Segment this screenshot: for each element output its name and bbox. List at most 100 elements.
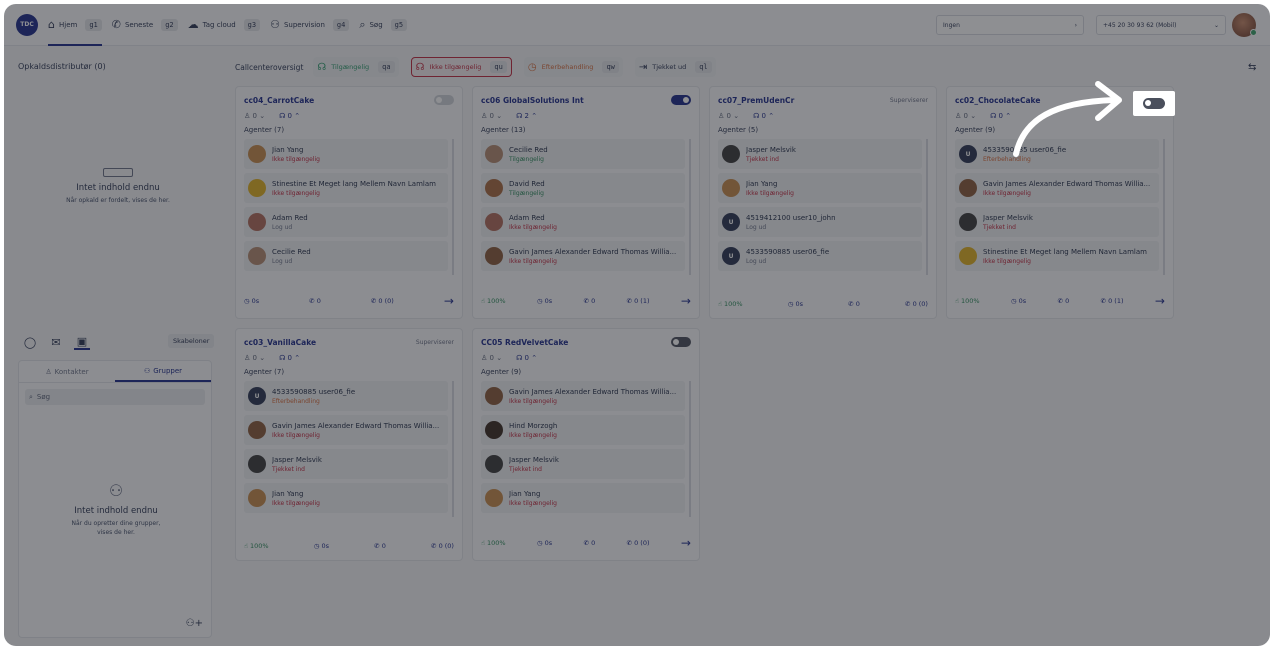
agent-row[interactable]: Stinestine Et Meget lang Mellem Navn Lam…	[244, 173, 448, 203]
active-calls[interactable]: ☊ 0 ⌃	[753, 112, 774, 122]
nav-item-hjem[interactable]: ⌂ Hjem g1	[48, 4, 102, 46]
agent-row[interactable]: Jasper Melsvik Tjekket ind	[718, 139, 922, 169]
agent-row[interactable]: Jian Yang Ikke tilgængelig	[244, 483, 448, 513]
agent-row[interactable]: Adam Red Ikke tilgængelig	[481, 207, 685, 237]
agent-info: Jasper Melsvik Tjekket ind	[509, 456, 559, 473]
nav-item-supervision[interactable]: ⚇ Supervision g4	[270, 4, 350, 46]
active-calls[interactable]: ☊ 0 ⌃	[516, 354, 537, 364]
agent-status: Efterbehandling	[272, 397, 320, 405]
agent-name: 4533590885 user06_fie	[746, 247, 830, 256]
status-filter-tilgængelig[interactable]: ☊ Tilgængelig qa	[313, 57, 399, 77]
agent-row[interactable]: Jasper Melsvik Tjekket ind	[955, 207, 1159, 237]
agent-row[interactable]: Jian Yang Ikke tilgængelig	[244, 139, 448, 169]
queue-card[interactable]: cc02_ChocolateCake ♙ 0 ⌄ ☊ 0 ⌃ Agenter (…	[946, 86, 1174, 319]
queue-stat: ◷ 0s	[244, 297, 259, 305]
queue-card[interactable]: cc06 GlobalSolutions Int ♙ 0 ⌄ ☊ 2 ⌃ Age…	[472, 86, 700, 319]
waiting-people-value: 0 ⌄	[726, 112, 740, 120]
agent-row[interactable]: Hind Morzogh Ikke tilgængelig	[481, 415, 685, 445]
queue-card[interactable]: cc03_VanillaCake Superviserer ♙ 0 ⌄ ☊ 0 …	[235, 328, 463, 561]
agent-row[interactable]: Cecilie Red Tilgængelig	[481, 139, 685, 169]
agent-row[interactable]: Gavin James Alexander Edward Thomas Will…	[481, 241, 685, 271]
templates-button[interactable]: Skabeloner	[168, 334, 215, 348]
agent-row[interactable]: Cecilie Red Log ud	[244, 241, 448, 271]
agent-row[interactable]: Gavin James Alexander Edward Thomas Will…	[244, 415, 448, 445]
waiting-people[interactable]: ♙ 0 ⌄	[955, 112, 976, 122]
queue-name[interactable]: cc03_VanillaCake	[244, 338, 316, 347]
agent-row[interactable]: Stinestine Et Meget lang Mellem Navn Lam…	[955, 241, 1159, 271]
waiting-people[interactable]: ♙ 0 ⌄	[481, 354, 502, 364]
agent-row[interactable]: U 4533590885 user06_fie Log ud	[718, 241, 922, 271]
queue-card-header: cc07_PremUdenCr Superviserer	[718, 94, 928, 106]
agent-row[interactable]: Jasper Melsvik Tjekket ind	[481, 449, 685, 479]
nav-item-seneste[interactable]: ✆ Seneste g2	[112, 4, 178, 46]
active-calls[interactable]: ☊ 0 ⌃	[279, 112, 300, 122]
queue-stat: ◷ 0s	[314, 542, 329, 550]
active-calls[interactable]: ☊ 0 ⌃	[990, 112, 1011, 122]
mail-icon[interactable]: ✉	[48, 334, 64, 350]
queue-name[interactable]: cc06 GlobalSolutions Int	[481, 96, 584, 105]
waiting-people[interactable]: ♙ 0 ⌄	[718, 112, 739, 122]
waiting-people[interactable]: ♙ 0 ⌄	[244, 112, 265, 122]
agent-row[interactable]: Jian Yang Ikke tilgængelig	[718, 173, 922, 203]
agent-row[interactable]: Adam Red Log ud	[244, 207, 448, 237]
nav-item-søg[interactable]: ⌕ Søg g5	[359, 4, 408, 46]
tab-grupper[interactable]: ⚇ Grupper	[115, 361, 211, 382]
agent-name: Jian Yang	[509, 489, 541, 498]
status-filter-ikke-tilgængelig[interactable]: ☊ Ikke tilgængelig qu	[410, 57, 512, 77]
queue-card[interactable]: cc04_CarrotCake ♙ 0 ⌄ ☊ 0 ⌃ Agenter (7) …	[235, 86, 463, 319]
nav-item-tag-cloud[interactable]: ☁ Tag cloud g3	[188, 4, 261, 46]
empty-subtitle: Når du opretter dine grupper, vises de h…	[71, 520, 161, 536]
agent-info: 4533590885 user06_fie Efterbehandling	[272, 388, 355, 405]
user-avatar[interactable]	[1232, 13, 1257, 37]
call-distributor-title: Opkaldsdistributør (0)	[18, 62, 106, 71]
agent-row[interactable]: U 4519412100 user10_john Log ud	[718, 207, 922, 237]
queue-name[interactable]: CC05 RedVelvetCake	[481, 338, 568, 347]
phone-number-select[interactable]: +45 20 30 93 62 (Mobil) ⌄	[1096, 15, 1226, 35]
open-queue-arrow-icon[interactable]: →	[444, 294, 454, 308]
waiting-people[interactable]: ♙ 0 ⌄	[244, 354, 265, 364]
agent-info: Gavin James Alexander Edward Thomas Will…	[983, 180, 1150, 197]
active-calls[interactable]: ☊ 2 ⌃	[516, 112, 537, 122]
agent-name: David Red	[509, 179, 545, 188]
main-nav: ⌂ Hjem g1 ✆ Seneste g2 ☁ Tag cloud g3 ⚇ Supervisio…	[48, 4, 417, 46]
agent-status: Ikke tilgængelig	[509, 223, 557, 231]
open-queue-arrow-icon[interactable]: →	[1155, 294, 1165, 308]
queue-stat: ✆ 0 (1)	[1101, 297, 1124, 305]
queue-name[interactable]: cc04_CarrotCake	[244, 96, 314, 105]
agent-row[interactable]: U 4533590885 user06_fie Efterbehandling	[955, 139, 1159, 169]
agent-row[interactable]: Gavin James Alexander Edward Thomas Will…	[481, 381, 685, 411]
chat-icon[interactable]: ◯	[22, 334, 38, 350]
agent-row[interactable]: Jian Yang Ikke tilgængelig	[481, 483, 685, 513]
tdc-logo[interactable]: TDC	[16, 13, 38, 36]
queue-login-toggle[interactable]	[671, 337, 691, 347]
agent-info: Stinestine Et Meget lang Mellem Navn Lam…	[983, 248, 1147, 265]
add-group-icon[interactable]: ⚇+	[186, 618, 203, 629]
agent-row[interactable]: U 4533590885 user06_fie Efterbehandling	[244, 381, 448, 411]
queue-login-toggle[interactable]	[434, 95, 454, 105]
queue-name[interactable]: cc07_PremUdenCr	[718, 96, 794, 105]
agent-row[interactable]: Gavin James Alexander Edward Thomas Will…	[955, 173, 1159, 203]
tab-kontakter[interactable]: ♙ Kontakter	[19, 361, 115, 382]
agent-status: Ikke tilgængelig	[983, 257, 1031, 265]
queue-toggle-highlighted[interactable]	[1143, 98, 1165, 109]
agent-row[interactable]: David Red Tilgængelig	[481, 173, 685, 203]
status-filter-tjekket-ud[interactable]: ⇥ Tjekket ud ql	[634, 57, 716, 77]
contacts-book-icon[interactable]: ▣	[74, 334, 90, 350]
agent-row[interactable]: Jasper Melsvik Tjekket ind	[244, 449, 448, 479]
active-calls[interactable]: ☊ 0 ⌃	[279, 354, 300, 364]
queue-stat-value: 0 (0)	[912, 300, 928, 308]
queue-login-toggle[interactable]	[671, 95, 691, 105]
ingen-select[interactable]: Ingen ›	[936, 15, 1084, 35]
waiting-people[interactable]: ♙ 0 ⌄	[481, 112, 502, 122]
queue-card[interactable]: CC05 RedVelvetCake ♙ 0 ⌄ ☊ 0 ⌃ Agenter (…	[472, 328, 700, 561]
open-queue-arrow-icon[interactable]: →	[681, 536, 691, 550]
queue-card[interactable]: cc07_PremUdenCr Superviserer ♙ 0 ⌄ ☊ 0 ⌃…	[709, 86, 937, 319]
agent-name: Cecilie Red	[509, 145, 548, 154]
status-filter-efterbehandling[interactable]: ◷ Efterbehandling qw	[523, 57, 623, 77]
supervising-label: Superviserer	[415, 338, 454, 346]
queue-name[interactable]: cc02_ChocolateCake	[955, 96, 1040, 105]
group-search-input[interactable]: ⌕ Søg	[25, 389, 205, 405]
layout-toggle-icon[interactable]: ⇆	[1248, 62, 1256, 73]
open-queue-arrow-icon[interactable]: →	[681, 294, 691, 308]
supervision-icon: ⚇	[270, 18, 280, 31]
